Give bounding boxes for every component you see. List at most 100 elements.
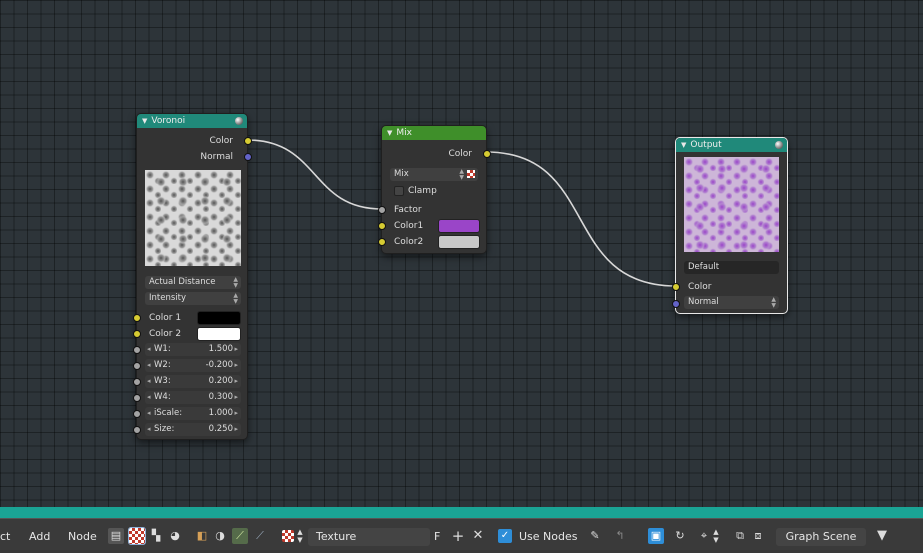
clamp-checkbox-row[interactable]: Clamp [394,184,437,198]
mix-color2-swatch[interactable] [438,235,480,249]
param-slider[interactable]: ◂ W2: -0.200 ▸ [145,359,241,372]
add-menu[interactable]: Add [29,528,50,546]
fake-user-button[interactable]: F [434,528,440,546]
preview-sphere-icon[interactable] [235,117,243,125]
link-mix-to-output[interactable] [485,151,677,287]
param-slider[interactable]: ◂ W1: 1.500 ▸ [145,343,241,356]
mix-color1-input-socket[interactable] [378,222,386,230]
param-input-socket[interactable] [133,426,141,434]
param-slider[interactable]: ◂ W3: 0.200 ▸ [145,375,241,388]
increment-arrow-icon[interactable]: ▸ [234,407,238,420]
mix-color1-swatch[interactable] [438,219,480,233]
unlink-texture-icon[interactable]: ✕ [470,528,486,544]
use-nodes-label[interactable]: Use Nodes [519,528,578,546]
new-texture-icon[interactable]: + [450,528,466,544]
voronoi-node[interactable]: ▼ Voronoi Color Normal Actual Distance ▲… [133,113,252,440]
mix-node[interactable]: ▼ Mix Color Mix ▲ ▼ Clamp Factor Color1 C… [378,125,491,254]
param-input-socket[interactable] [133,378,141,386]
voronoi-normal-output-socket[interactable] [244,153,252,161]
increment-arrow-icon[interactable]: ▸ [234,391,238,404]
voronoi-preview-image [145,170,241,266]
output-preview-image [684,157,779,252]
pin-icon[interactable]: ✎ [587,528,603,544]
dropdown-arrows-icon: ▲ ▼ [771,296,776,309]
increment-arrow-icon[interactable]: ▸ [234,423,238,436]
decrement-arrow-icon[interactable]: ◂ [147,407,151,420]
collapse-triangle-icon[interactable]: ▼ [387,129,392,137]
decrement-arrow-icon[interactable]: ◂ [147,423,151,436]
parent-tree-icon[interactable]: ↰ [612,528,628,544]
color2-swatch[interactable] [197,327,241,341]
color1-input-socket[interactable] [133,314,141,322]
use-nodes-checkbox-icon[interactable]: ✓ [498,529,512,543]
output-color-label: Color [688,282,712,292]
param-input-socket[interactable] [133,410,141,418]
output-preset-field[interactable]: Default [684,261,779,274]
decrement-arrow-icon[interactable]: ◂ [147,359,151,372]
line-style-icon[interactable]: ⟋ [252,528,268,544]
param-slider[interactable]: ◂ Size: 0.250 ▸ [145,423,241,436]
param-input-socket[interactable] [133,362,141,370]
blend-mode-dropdown[interactable]: Mix ▲ ▼ [390,168,478,181]
brush-icon[interactable]: ⟋ [232,528,248,544]
output-normal-dropdown[interactable]: Normal ▲ ▼ [684,296,779,309]
color1-swatch[interactable] [197,311,241,325]
clamp-checkbox[interactable] [394,185,404,196]
collapse-triangle-icon[interactable]: ▼ [681,141,686,149]
texture-tree-icon[interactable] [128,527,146,545]
texture-name-field[interactable]: Texture [308,528,430,546]
texture-browse-icon[interactable] [282,530,294,542]
output-normal-input-socket[interactable] [672,300,680,308]
node-menu[interactable]: Node [68,528,97,546]
voronoi-node-title: Voronoi [151,116,186,126]
param-value: 0.200 [208,376,233,386]
distance-metric-dropdown[interactable]: Actual Distance ▲ ▼ [145,276,241,289]
snap-arrows-icon[interactable]: ▲ ▼ [712,528,720,544]
select-menu[interactable]: ct [0,528,10,546]
param-input-socket[interactable] [133,346,141,354]
increment-arrow-icon[interactable]: ▸ [234,359,238,372]
graph-scene-button[interactable]: Graph Scene [776,528,866,546]
mix-color-output-socket[interactable] [483,150,491,158]
mix-node-header[interactable]: ▼ Mix [382,126,486,140]
compositing-tree-icon[interactable]: ▚ [148,528,164,544]
collapse-triangle-icon[interactable]: ▼ [142,117,147,125]
decrement-arrow-icon[interactable]: ◂ [147,343,151,356]
param-label: W2: [154,360,171,370]
param-input-socket[interactable] [133,394,141,402]
decrement-arrow-icon[interactable]: ◂ [147,391,151,404]
mix-color2-input-socket[interactable] [378,238,386,246]
param-value: 0.250 [208,424,233,434]
param-slider[interactable]: ◂ iScale: 1.000 ▸ [145,407,241,420]
color2-input-socket[interactable] [133,330,141,338]
param-value: 1.500 [208,344,233,354]
snap-icon[interactable]: ⌖ [696,528,712,544]
voronoi-node-header[interactable]: ▼ Voronoi [137,114,247,128]
voronoi-color-output-socket[interactable] [244,137,252,145]
material-sphere-icon[interactable]: ◕ [167,528,183,544]
auto-render-icon[interactable]: ↻ [672,528,688,544]
link-voronoi-to-mix[interactable] [246,139,383,210]
decrement-arrow-icon[interactable]: ◂ [147,375,151,388]
paste-nodes-icon[interactable]: ⧈ [750,528,766,544]
increment-arrow-icon[interactable]: ▸ [234,343,238,356]
copy-nodes-icon[interactable]: ⧉ [732,528,748,544]
texture-browse-arrows-icon[interactable]: ▲ ▼ [296,528,304,544]
world-icon[interactable]: ◑ [212,528,228,544]
shader-tree-icon[interactable]: ▤ [108,528,124,544]
param-label: Size: [154,424,175,434]
output-color-input-socket[interactable] [672,283,680,291]
param-label: W4: [154,392,171,402]
factor-input-socket[interactable] [378,206,386,214]
object-icon[interactable]: ◧ [194,528,210,544]
output-node[interactable]: ▼ Output Default Color Normal ▲ ▼ [672,137,788,314]
param-slider[interactable]: ◂ W4: 0.300 ▸ [145,391,241,404]
filter-funnel-icon[interactable]: ▼ [874,528,890,544]
param-value: -0.200 [205,360,233,370]
preview-sphere-icon[interactable] [775,141,783,149]
increment-arrow-icon[interactable]: ▸ [234,375,238,388]
output-node-header[interactable]: ▼ Output [676,138,787,152]
color1-label: Color 1 [149,313,182,323]
backdrop-icon[interactable]: ▣ [648,528,664,544]
coloring-dropdown[interactable]: Intensity ▲ ▼ [145,292,241,305]
